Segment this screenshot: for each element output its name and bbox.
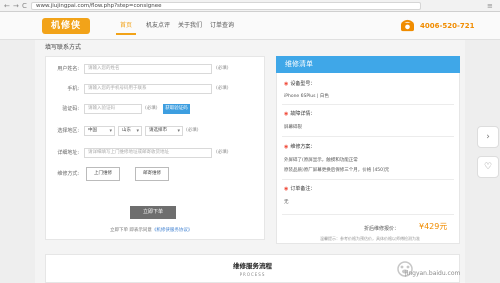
address-input[interactable]: 请详细填写上门维修地址或邮寄收货地址	[84, 148, 212, 158]
nav-home[interactable]: 首页	[120, 21, 132, 30]
area-label: 选择地区:	[57, 128, 79, 134]
device-title-text: 设备型号：	[290, 81, 316, 87]
code-required: (必填)	[145, 106, 158, 111]
nav-about[interactable]: 关于我们	[178, 21, 202, 30]
remark-title-text: 订单备注：	[290, 186, 316, 192]
nav-active-indicator	[116, 33, 136, 35]
price-value: ¥429元	[419, 222, 448, 231]
city-select[interactable]: 请选择市	[145, 126, 183, 136]
back-icon[interactable]: ←	[4, 1, 10, 11]
device-icon: ◉	[284, 81, 289, 87]
name-required: (必填)	[216, 66, 229, 71]
name-label: 用户姓名:	[57, 66, 79, 72]
phone-label: 手机:	[67, 86, 79, 92]
phone-icon	[401, 19, 414, 32]
remark-value: 无	[284, 200, 289, 205]
province-select[interactable]: 山东	[118, 126, 142, 136]
fault-value: 屏幕碎裂	[284, 125, 302, 130]
plan-title-text: 维修方案：	[290, 144, 316, 150]
address-bar[interactable]: www.jiujingpai.com/flow.php?step=consign…	[31, 2, 421, 10]
site-logo[interactable]: 机修侠	[42, 18, 90, 34]
code-label: 验证码:	[62, 106, 79, 112]
phone-input[interactable]: 请输入您的手机号码用于联系	[84, 84, 212, 94]
remark-icon: ◉	[284, 186, 289, 192]
fault-title: ◉ 故障详情：	[284, 110, 315, 118]
site-header: 机修侠 首页 机友点评 关于我们 订单查询 4006-520-721	[0, 12, 500, 40]
side-favorite-button[interactable]: ♡	[477, 156, 499, 178]
fault-title-text: 故障详情：	[290, 111, 316, 117]
form-section-title: 填写联系方式	[45, 44, 82, 51]
forward-icon[interactable]: →	[13, 1, 19, 11]
plan-icon: ◉	[284, 144, 289, 150]
agreement-link[interactable]: 《机修侠服务协议》	[152, 228, 193, 233]
watermark-text: jingyan.baidu.com	[405, 270, 461, 277]
price-note: 温馨提示：参考价格为预估价，具体价格以师傅检测为准	[320, 236, 420, 241]
plan-title: ◉ 维修方案：	[284, 143, 315, 151]
divider	[282, 136, 454, 137]
phone-required: (必填)	[216, 86, 229, 91]
name-input[interactable]: 请输入您的姓名	[84, 64, 212, 74]
area-required: (必填)	[186, 128, 199, 133]
divider	[282, 214, 454, 215]
address-required: (必填)	[216, 150, 229, 155]
nav-reviews[interactable]: 机友点评	[146, 21, 170, 30]
nav-order-query[interactable]: 订单查询	[210, 21, 234, 30]
method-onsite-button[interactable]: 上门维修	[86, 167, 120, 181]
code-input[interactable]: 请输入验证码	[84, 104, 142, 114]
get-code-button[interactable]: 获取验证码	[163, 104, 190, 114]
divider	[282, 104, 454, 105]
fault-icon: ◉	[284, 111, 289, 117]
country-select[interactable]: 中国	[84, 126, 115, 136]
plan-line-1: 外屏碎了(原屏显示，触摸和功能正常	[284, 158, 358, 163]
device-value: iPhone 6SPlus | 白色	[284, 94, 329, 99]
price-label: 折后维修报价：	[364, 226, 400, 232]
address-label: 详细地址:	[57, 150, 79, 156]
submit-order-button[interactable]: 立即下单	[130, 206, 176, 219]
repair-list-title: 维修清单	[276, 56, 460, 73]
divider	[282, 179, 454, 180]
agreement-text: 立即下单 即表示同意《机修侠服务协议》	[110, 227, 192, 234]
method-mail-button[interactable]: 邮寄维修	[135, 167, 169, 181]
reload-icon[interactable]: C	[22, 1, 27, 11]
browser-menu-icon[interactable]: ≡	[487, 1, 493, 11]
remark-title: ◉ 订单备注：	[284, 185, 315, 193]
agreement-prefix: 立即下单 即表示同意	[110, 228, 152, 233]
hotline-number: 4006-520-721	[420, 22, 475, 30]
browser-toolbar: ← → C www.jiujingpai.com/flow.php?step=c…	[0, 0, 500, 12]
side-scroll-button[interactable]: ›	[477, 126, 499, 148]
method-label: 维修方式:	[57, 171, 79, 177]
device-title: ◉ 设备型号：	[284, 80, 315, 88]
plan-line-2: 原装品质)原厂屏幕更换后保修三个月，价格 [450]元	[284, 168, 390, 173]
